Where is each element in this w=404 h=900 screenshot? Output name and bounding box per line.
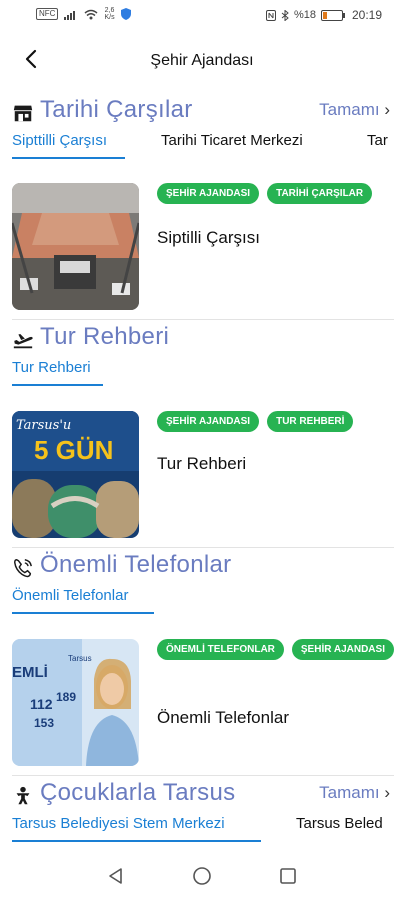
app-bar: Şehir Ajandası	[0, 38, 404, 84]
badge-onemli-telefonlar[interactable]: ÖNEMLİ TELEFONLAR	[157, 639, 284, 660]
image-text: 5 GÜN	[34, 435, 113, 465]
tab-tarihi-ticaret-merkezi[interactable]: Tarihi Ticaret Merkezi	[161, 132, 303, 149]
battery-percent: %18	[293, 9, 316, 21]
wifi-icon	[84, 9, 98, 19]
badge-sehir-ajandasi[interactable]: ŞEHİR AJANDASI	[157, 411, 260, 432]
divider	[12, 319, 394, 320]
card-badges: ŞEHİR AJANDASI TARİHİ ÇARŞILAR	[157, 183, 397, 204]
image-text: 112	[30, 696, 53, 712]
badge-sehir-ajandasi[interactable]: ŞEHİR AJANDASI	[291, 639, 394, 660]
card-title: Tur Rehberi	[157, 454, 247, 473]
tab-indicator	[12, 840, 261, 842]
tab-indicator	[12, 157, 125, 159]
section-onemli-telefonlar: Önemli Telefonlar	[0, 551, 404, 585]
tab-siptilli-carsisi[interactable]: Sipttilli Çarşısı	[12, 132, 107, 149]
child-icon	[16, 786, 30, 805]
card-tur-rehberi[interactable]: Tarsus'u 5 GÜN ŞEHİR AJANDASI TUR REHBER…	[0, 400, 404, 540]
section-title: Tarihi Çarşılar	[40, 96, 193, 123]
section-title: Çocuklarla Tarsus	[40, 779, 236, 806]
airplane-takeoff-icon	[13, 334, 33, 349]
section-title: Önemli Telefonlar	[40, 551, 232, 578]
tab-tur-rehberi[interactable]: Tur Rehberi	[12, 359, 91, 376]
nav-back-icon[interactable]	[106, 866, 126, 886]
nfc-icon	[265, 9, 276, 21]
see-all-button[interactable]: Tamamı ›	[319, 783, 390, 803]
card-image: EMLİ 112 189 153 Tarsus	[12, 639, 139, 766]
badge-tur-rehberi[interactable]: TUR REHBERİ	[267, 411, 354, 432]
section-tabs: Tarsus Belediyesi Stem Merkezi Tarsus Be…	[0, 813, 404, 843]
section-tarihi-carsilar: Tarihi Çarşılar Tamamı ›	[0, 96, 404, 130]
nfc-badge: NFC	[36, 8, 59, 20]
battery-icon	[320, 9, 345, 21]
card-badges: ŞEHİR AJANDASI TUR REHBERİ	[157, 411, 397, 432]
tab-onemli-telefonlar[interactable]: Önemli Telefonlar	[12, 587, 128, 604]
section-title: Tur Rehberi	[40, 323, 170, 350]
tab-indicator	[12, 384, 103, 386]
clock: 20:19	[351, 8, 382, 22]
section-tabs: Tur Rehberi	[0, 357, 404, 387]
chevron-right-icon: ›	[384, 783, 390, 802]
image-text: Tarsus	[68, 654, 92, 663]
image-text: EMLİ	[12, 664, 48, 681]
see-all-button[interactable]: Tamamı ›	[319, 100, 390, 120]
badge-sehir-ajandasi[interactable]: ŞEHİR AJANDASI	[157, 183, 260, 204]
card-siptilli-carsisi[interactable]: ŞEHİR AJANDASI TARİHİ ÇARŞILAR Siptilli …	[0, 172, 404, 312]
nav-recents-icon[interactable]	[278, 866, 298, 886]
chevron-right-icon: ›	[384, 100, 390, 119]
divider	[12, 547, 394, 548]
tab-partial[interactable]: Tar	[367, 132, 388, 149]
tab-indicator	[12, 612, 154, 614]
section-tabs: Sipttilli Çarşısı Tarihi Ticaret Merkezi…	[0, 130, 404, 160]
card-title: Siptilli Çarşısı	[157, 228, 260, 247]
tab-partial[interactable]: Tarsus Beled	[296, 815, 383, 832]
bluetooth-icon	[281, 9, 289, 21]
card-title: Önemli Telefonlar	[157, 708, 289, 727]
card-badges: ÖNEMLİ TELEFONLAR ŞEHİR AJANDASI	[157, 639, 397, 660]
section-tur-rehberi: Tur Rehberi	[0, 323, 404, 357]
store-icon	[13, 105, 33, 122]
tab-stem-merkezi[interactable]: Tarsus Belediyesi Stem Merkezi	[12, 815, 225, 832]
shield-icon	[120, 8, 131, 20]
divider	[12, 775, 394, 776]
card-image	[12, 183, 139, 310]
nav-home-icon[interactable]	[192, 866, 212, 886]
image-text: Tarsus'u	[16, 418, 71, 433]
network-speed: 2,6 K/s	[104, 7, 115, 21]
section-tabs: Önemli Telefonlar	[0, 585, 404, 615]
image-text: 189	[56, 690, 76, 704]
signal-icon	[64, 10, 76, 20]
card-image: Tarsus'u 5 GÜN	[12, 411, 139, 538]
phone-call-icon	[14, 559, 32, 578]
page-title: Şehir Ajandası	[150, 52, 254, 69]
section-cocuklarla-tarsus: Çocuklarla Tarsus Tamamı ›	[0, 779, 404, 813]
status-bar: NFC 2,6 K/s %18 20:19	[0, 0, 404, 32]
card-onemli-telefonlar[interactable]: EMLİ 112 189 153 Tarsus ÖNEMLİ TELEFONLA…	[0, 628, 404, 768]
system-navigation-bar	[0, 852, 404, 900]
image-text: 153	[34, 716, 54, 730]
badge-tarihi-carsilar[interactable]: TARİHİ ÇARŞILAR	[267, 183, 373, 204]
